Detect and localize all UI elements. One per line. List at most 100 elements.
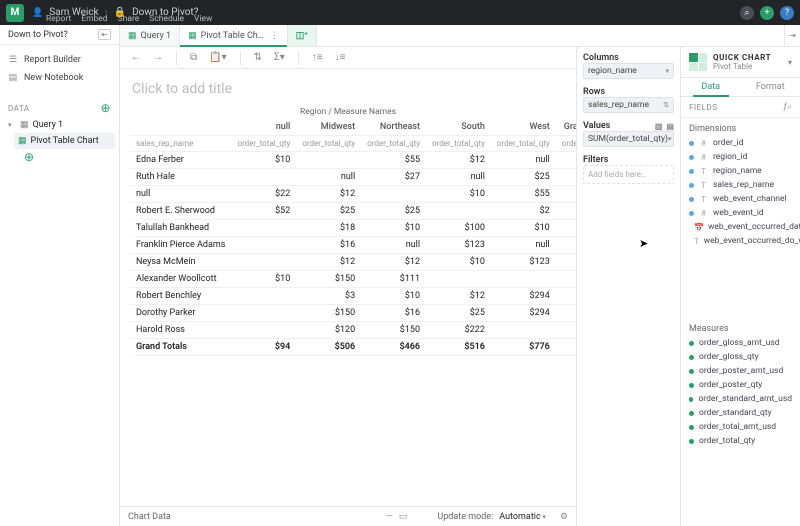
field-dimension[interactable]: 📅web_event_occurred_date — [687, 220, 794, 234]
sort-icon: ⇅ — [663, 101, 669, 109]
expand-right-icon[interactable]: ⇥ — [784, 25, 800, 46]
help-icon[interactable]: ? — [780, 6, 794, 20]
sort-desc-button[interactable]: ↓≡ — [332, 50, 349, 65]
minimize-icon[interactable]: — — [386, 512, 393, 522]
rows-shelf-header: Rows — [583, 87, 674, 97]
paste-button[interactable]: 📋▾ — [206, 50, 229, 65]
measures-list: order_gloss_amt_usdorder_gloss_qtyorder_… — [681, 336, 800, 448]
rows-pill[interactable]: sales_rep_name⇅ — [583, 97, 674, 113]
menu-share[interactable]: Share — [118, 14, 140, 24]
add-chart-icon[interactable]: ⊕ — [4, 149, 115, 165]
aggregate-button[interactable]: Σ▾ — [271, 50, 288, 65]
field-measure[interactable]: order_total_amt_usd — [687, 420, 794, 434]
add-icon[interactable]: + — [760, 6, 774, 20]
field-dimension[interactable]: #web_event_id — [687, 206, 794, 220]
columns-shelf-header: Columns — [583, 53, 674, 63]
table-row[interactable]: null$22$12$10$55$99 — [130, 186, 576, 203]
field-dimension[interactable]: Tsales_rep_name — [687, 178, 794, 192]
undo-button[interactable]: ← — [128, 50, 144, 65]
add-data-icon[interactable]: ⊕ — [100, 101, 111, 115]
search-icon[interactable]: ⌕ — [740, 6, 754, 20]
field-measure[interactable]: order_poster_qty — [687, 378, 794, 392]
expand-icon[interactable]: ▭ — [399, 512, 408, 522]
filters-dropzone[interactable]: Add fields here… — [583, 165, 674, 184]
table-icon: ▦ — [20, 120, 29, 130]
table-row[interactable]: Alexander Woollcott$10$150$111$271 — [130, 271, 576, 288]
settings-icon[interactable]: ⚙ — [560, 512, 568, 522]
field-dimension[interactable]: #order_id — [687, 136, 794, 150]
chart-data-label[interactable]: Chart Data — [128, 512, 171, 522]
grand-totals-row: Grand Totals$94$506$466$516$776$2,358 — [130, 339, 576, 356]
table-row[interactable]: Robert Benchley$3$10$12$294$319 — [130, 288, 576, 305]
dimensions-list: #order_id#region_idTregion_nameTsales_re… — [681, 136, 800, 248]
field-measure[interactable]: order_gloss_amt_usd — [687, 336, 794, 350]
table-row[interactable]: Franklin Pierce Adams$16null$123null$139 — [130, 237, 576, 254]
report-builder-link[interactable]: ☰ Report Builder — [8, 51, 111, 69]
plus-icon: ◫⁺ — [296, 31, 308, 41]
right-sidebar: QUICK CHART Pivot Table ▾ Data Format FI… — [680, 47, 800, 526]
chart-editor: ← → ⧉ 📋▾ ⇅ Σ▾ ↑≡ — [120, 47, 576, 526]
tab-format[interactable]: Format — [741, 78, 800, 96]
new-tab-button[interactable]: ◫⁺ — [288, 25, 317, 46]
field-dimension[interactable]: #region_id — [687, 150, 794, 164]
redo-button[interactable]: → — [150, 50, 166, 65]
dimensions-header: Dimensions — [681, 118, 800, 136]
quick-chart-selector[interactable]: QUICK CHART Pivot Table ▾ — [681, 47, 800, 78]
table-row[interactable]: Talullah Bankhead$18$10$100$10$138 — [130, 220, 576, 237]
menu-report[interactable]: Report — [46, 14, 71, 24]
pivot-table: nullMidwestNortheastSouthWestGrand Total… — [130, 119, 576, 356]
collapse-sidebar-icon[interactable]: ⇤ — [98, 29, 111, 40]
sort-asc-button[interactable]: ↑≡ — [309, 50, 326, 65]
copy-button[interactable]: ⧉ — [187, 50, 200, 65]
app-logo[interactable]: M — [6, 4, 24, 22]
update-mode-select[interactable]: Automatic — [499, 512, 546, 522]
sidebar-item-query[interactable]: ▾ ▦ Query 1 — [4, 117, 115, 133]
notebook-icon: ▤ — [8, 73, 18, 83]
left-sidebar: Down to Pivot? ⇤ ☰ Report Builder ▤ New … — [0, 25, 120, 526]
topbar: M 👤 Sam Weick › 🔒 Down to Pivot? Report … — [0, 0, 800, 25]
field-measure[interactable]: order_standard_qty — [687, 406, 794, 420]
project-title: Down to Pivot? — [8, 30, 68, 40]
menu-embed[interactable]: Embed — [81, 14, 107, 24]
sidebar-tabs: Data Format — [681, 78, 800, 97]
values-layout-rows-icon[interactable]: ▤ — [666, 122, 674, 131]
table-row[interactable]: Harold Ross$120$150$222$492 — [130, 322, 576, 339]
field-measure[interactable]: order_standard_amt_usd — [687, 392, 794, 406]
table-row[interactable]: Dorothy Parker$150$16$25$294$485 — [130, 305, 576, 322]
chart-data-bar: Chart Data — ▭ Update mode: Automatic ⚙ — [120, 506, 576, 526]
new-notebook-link[interactable]: ▤ New Notebook — [8, 69, 111, 87]
menu-view[interactable]: View — [194, 14, 212, 24]
fields-search[interactable]: FIELDS ƒ⌕ — [681, 97, 800, 118]
values-pill[interactable]: SUM(order_total_qty)▾ — [583, 131, 674, 147]
tab-menu-icon[interactable]: ⋮ — [270, 31, 279, 41]
field-dimension[interactable]: Tregion_name — [687, 164, 794, 178]
field-dimension[interactable]: Tweb_event_channel — [687, 192, 794, 206]
report-icon: ☰ — [8, 55, 18, 65]
field-measure[interactable]: order_total_qty — [687, 434, 794, 448]
field-measure[interactable]: order_gloss_qty — [687, 350, 794, 364]
table-row[interactable]: Ruth Halenull$27null$25$77 — [130, 169, 576, 186]
sidebar-item-pivot-chart[interactable]: ▦ Pivot Table Chart — [14, 133, 115, 149]
table-row[interactable]: Robert E. Sherwood$52$25$25$2$104 — [130, 203, 576, 220]
columns-pill[interactable]: region_name▾ — [583, 63, 674, 79]
data-section-header: DATA ⊕ — [0, 93, 119, 117]
tab-strip: ▦ Query 1 ▦ Pivot Table Ch… ⋮ ◫⁺ ⇥ — [120, 25, 800, 47]
values-layout-cols-icon[interactable]: ▥ — [655, 122, 663, 131]
chart-title-input[interactable]: Click to add title — [132, 81, 566, 97]
field-dimension[interactable]: Tweb_event_occurred_do_w_name — [687, 234, 794, 248]
fx-icon[interactable]: ƒ⌕ — [784, 102, 792, 112]
tab-query[interactable]: ▦ Query 1 — [120, 25, 180, 46]
field-measure[interactable]: order_poster_amt_usd — [687, 364, 794, 378]
measures-header: Measures — [681, 318, 800, 336]
values-shelf-header: Values ▥ ▤ — [583, 121, 674, 131]
table-row[interactable]: Neysa McMein$12$12$10$123$157 — [130, 254, 576, 271]
column-super-header: Region / Measure Names — [130, 107, 566, 117]
tab-data[interactable]: Data — [681, 78, 741, 96]
chart-canvas: Click to add title Region / Measure Name… — [120, 69, 576, 506]
tab-pivot-chart[interactable]: ▦ Pivot Table Ch… ⋮ — [180, 25, 288, 46]
chart-icon: ▦ — [188, 31, 197, 41]
menu-schedule[interactable]: Schedule — [149, 14, 184, 24]
user-icon: 👤 — [32, 8, 43, 18]
table-row[interactable]: Edna Ferber$10$55$12null$77 — [130, 152, 576, 169]
swap-button[interactable]: ⇅ — [251, 50, 265, 65]
